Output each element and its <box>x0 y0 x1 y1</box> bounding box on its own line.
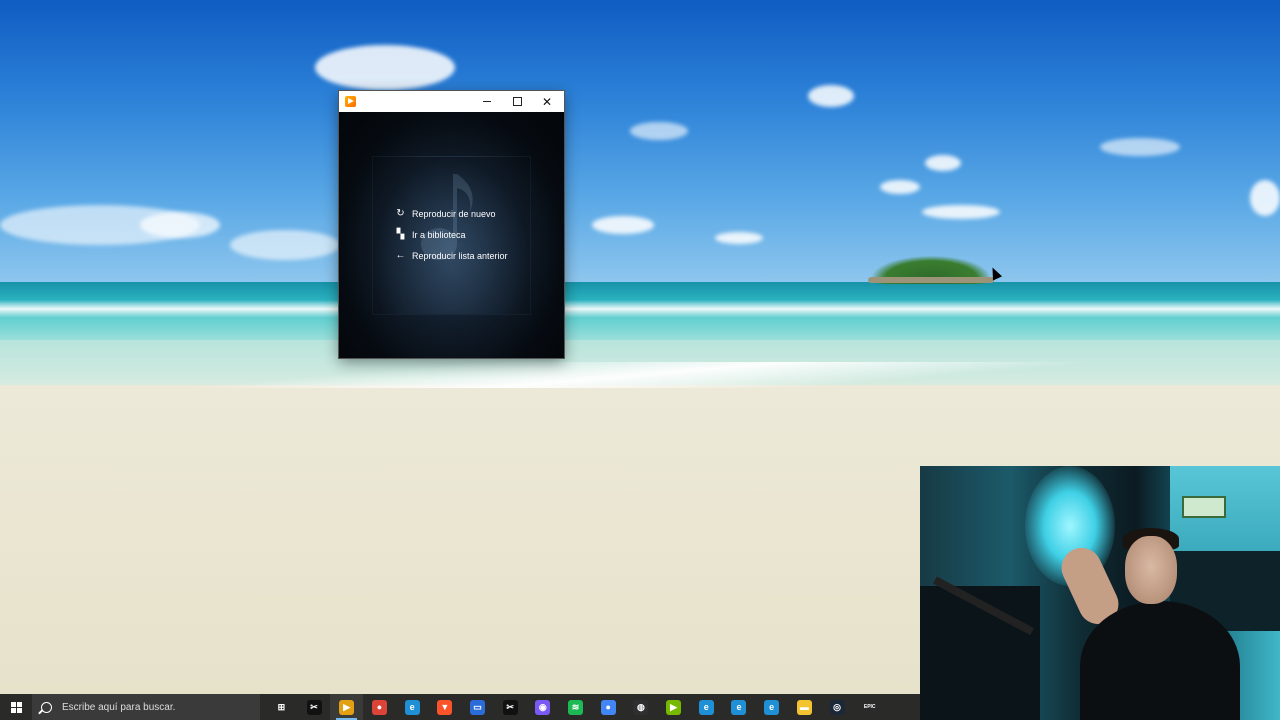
minimize-icon <box>483 101 491 102</box>
webcam-shelf <box>1182 496 1226 518</box>
webcam-person-body <box>1080 601 1240 720</box>
taskbar-remote-desktop-button[interactable]: ▭ <box>461 694 494 720</box>
chrome-icon: ● <box>371 699 387 715</box>
taskbar-nvidia-button[interactable]: ▶ <box>657 694 690 720</box>
remote-desktop-icon: ▭ <box>469 699 485 715</box>
taskbar-search-box[interactable]: Escribe aquí para buscar. <box>32 694 260 720</box>
replay-menu-item[interactable]: ↻ Reproducir de nuevo <box>395 203 508 224</box>
obs-icon: ◍ <box>633 699 649 715</box>
wave-foam <box>0 300 1280 318</box>
steam-icon: ◎ <box>829 699 845 715</box>
search-placeholder: Escribe aquí para buscar. <box>62 701 176 713</box>
taskbar-edge-button[interactable]: e <box>396 694 429 720</box>
taskbar-chrome-2-button[interactable]: ● <box>592 694 625 720</box>
media-player-window[interactable]: ✕ ↻ Reproducir de nuevo ▚ Ir a bibliotec… <box>339 91 564 358</box>
task-view-icon: ⊞ <box>277 701 286 712</box>
taskbar: Escribe aquí para buscar. ⊞ ✂ ▶ ● e ▼ ▭ ✂ ◉ ≋ ● ◍ ▶ e… <box>0 694 920 720</box>
taskbar-edge-3-button[interactable]: e <box>723 694 756 720</box>
close-button[interactable]: ✕ <box>532 91 562 112</box>
library-label: Ir a biblioteca <box>412 229 466 240</box>
taskbar-brave-button[interactable]: ▼ <box>428 694 461 720</box>
capcut-icon: ✂ <box>306 699 322 715</box>
taskbar-steam-button[interactable]: ◎ <box>821 694 854 720</box>
taskbar-chrome-button[interactable]: ● <box>363 694 396 720</box>
taskbar-epic-games-button[interactable]: EPIC <box>853 694 886 720</box>
cloud <box>925 155 961 171</box>
capcut-2-icon: ✂ <box>502 699 518 715</box>
player-content-area: ↻ Reproducir de nuevo ▚ Ir a biblioteca … <box>339 112 564 358</box>
go-to-library-menu-item[interactable]: ▚ Ir a biblioteca <box>395 224 508 245</box>
cloud <box>1100 138 1180 156</box>
cloud <box>630 122 688 140</box>
minimize-button[interactable] <box>472 91 502 112</box>
taskbar-capcut-button[interactable]: ✂ <box>298 694 331 720</box>
maximize-button[interactable] <box>502 91 532 112</box>
window-titlebar[interactable]: ✕ <box>339 91 564 112</box>
start-button[interactable] <box>0 694 32 720</box>
taskbar-edge-4-button[interactable]: e <box>755 694 788 720</box>
maximize-icon <box>512 97 522 106</box>
edge-4-icon: e <box>764 699 780 715</box>
chrome-2-icon: ● <box>600 699 616 715</box>
taskbar-edge-2-button[interactable]: e <box>690 694 723 720</box>
sky <box>0 0 1280 285</box>
taskbar-media-player-button[interactable]: ▶ <box>330 694 364 720</box>
taskbar-file-explorer-button[interactable]: ▬ <box>788 694 821 720</box>
spotify-icon: ≋ <box>568 699 584 715</box>
replay-icon: ↻ <box>396 208 405 219</box>
epic-games-icon: EPIC <box>862 699 878 715</box>
edge-icon: e <box>404 699 420 715</box>
playback-end-menu: ↻ Reproducir de nuevo ▚ Ir a biblioteca … <box>395 203 508 266</box>
brave-icon: ▼ <box>437 699 453 715</box>
taskbar-spotify-button[interactable]: ≋ <box>559 694 592 720</box>
discord-ptb-icon: ◉ <box>535 699 551 715</box>
media-player-app-icon <box>345 96 356 107</box>
file-explorer-icon: ▬ <box>796 699 812 715</box>
cloud <box>1250 180 1280 216</box>
windows-logo-icon <box>10 701 22 713</box>
cloud <box>808 85 854 107</box>
play-previous-list-menu-item[interactable]: ← Reproducir lista anterior <box>395 245 508 266</box>
cloud <box>230 230 340 260</box>
cloud <box>140 212 220 238</box>
close-icon: ✕ <box>541 94 553 109</box>
edge-3-icon: e <box>731 699 747 715</box>
shoreline-foam <box>0 362 1280 388</box>
edge-2-icon: e <box>698 699 714 715</box>
library-icon: ▚ <box>396 229 405 240</box>
cloud <box>315 45 455 90</box>
island-rocks <box>868 277 994 283</box>
webcam-person-head <box>1125 536 1177 604</box>
previous-list-label: Reproducir lista anterior <box>412 250 508 261</box>
taskbar-capcut-2-button[interactable]: ✂ <box>494 694 527 720</box>
back-arrow-icon: ← <box>395 250 406 261</box>
replay-label: Reproducir de nuevo <box>412 208 496 219</box>
taskbar-discord-ptb-button[interactable]: ◉ <box>527 694 560 720</box>
media-player-icon: ▶ <box>339 699 355 715</box>
cloud <box>715 232 763 244</box>
cloud <box>880 180 920 194</box>
taskbar-app-icons: ⊞ ✂ ▶ ● e ▼ ▭ ✂ ◉ ≋ ● ◍ ▶ e e e ▬ ◎ EPIC <box>265 694 886 720</box>
cloud <box>922 205 1000 219</box>
search-icon <box>41 701 52 713</box>
webcam-overlay <box>920 466 1280 720</box>
taskbar-task-view-button[interactable]: ⊞ <box>265 694 298 720</box>
taskbar-obs-button[interactable]: ◍ <box>625 694 658 720</box>
nvidia-icon: ▶ <box>666 699 682 715</box>
cloud <box>592 216 654 234</box>
